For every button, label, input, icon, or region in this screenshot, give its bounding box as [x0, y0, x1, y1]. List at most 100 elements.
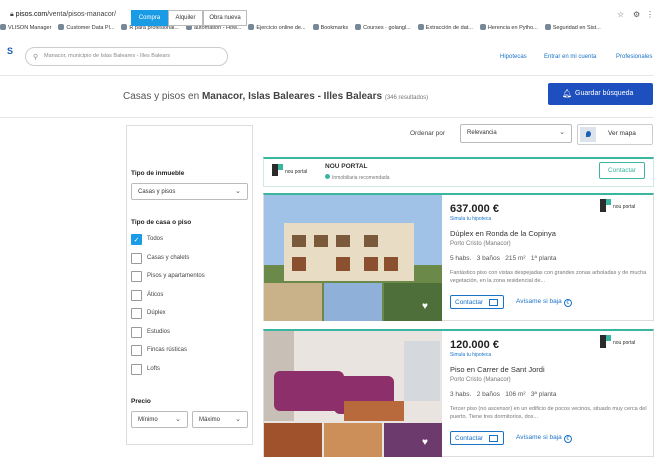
checkbox-label: Pisos y apartamentos: [147, 273, 205, 279]
listing-description: Fantástico piso con vistas despejadas co…: [450, 270, 647, 284]
listing-features: 3 habs. 2 baños 106 m² 3ª planta: [450, 391, 557, 398]
bookmark-icon: [58, 24, 65, 30]
agency-banner: [263, 157, 654, 187]
link-professionals[interactable]: Profesionales: [616, 54, 652, 60]
verified-icon: [325, 174, 330, 179]
bookmark-icon: [479, 24, 486, 30]
search-input[interactable]: ⚲ Manacor, municipio de Islas Baleares - …: [25, 47, 228, 66]
map-pin-icon: [580, 127, 596, 142]
listing-description: Tercer piso (no ascensor) en un edificio…: [450, 406, 647, 420]
property-type-select[interactable]: Casas y pisos ⌄: [131, 183, 248, 200]
bookmark-icon: [544, 24, 551, 30]
svg-text:nou portal: nou portal: [613, 340, 635, 346]
tab-compra[interactable]: Compra: [131, 10, 168, 26]
listing-photo[interactable]: [264, 195, 442, 321]
contact-button[interactable]: Contactar: [450, 431, 504, 445]
bookmark-item[interactable]: Herencia en Pytho...: [479, 24, 538, 31]
checkbox-2[interactable]: [131, 271, 142, 282]
heart-icon[interactable]: ♥: [422, 437, 428, 448]
view-map-button[interactable]: Ver mapa: [577, 124, 653, 145]
pisos-logo[interactable]: S: [7, 47, 17, 56]
listing-features: 5 habs. 3 baños 215 m² 1ª planta: [450, 255, 557, 262]
svg-text:nou portal: nou portal: [285, 169, 307, 175]
chevron-down-icon: ⌄: [175, 416, 181, 423]
agency-logo[interactable]: nou portal: [598, 195, 644, 217]
price-alert-link[interactable]: Avísame si baja €: [516, 298, 572, 307]
bookmark-item[interactable]: Customer Data Pl...: [58, 24, 114, 31]
checkbox-label: Fincas rústicas: [147, 347, 188, 353]
agency-subtitle: Inmobiliaria recomendada: [325, 174, 390, 181]
checkbox-label: Áticos: [147, 291, 164, 298]
listing-title[interactable]: Piso en Carrer de Sant Jordi: [450, 365, 545, 374]
divider: [0, 117, 654, 118]
agency-logo[interactable]: nou portal: [271, 163, 315, 178]
bookmark-icon: [121, 24, 128, 30]
bookmark-icon: [355, 24, 362, 30]
price-min-select[interactable]: Mínimo ⌄: [131, 411, 188, 428]
agency-name[interactable]: NOU PORTAL: [325, 163, 368, 170]
link-account[interactable]: Entrar en mi cuenta: [544, 54, 596, 60]
search-icon: ⚲: [33, 54, 39, 61]
checkbox-4[interactable]: [131, 308, 142, 319]
checkbox-label: Dúplex: [147, 310, 166, 316]
bookmark-item[interactable]: Seguridad en Sist...: [544, 24, 601, 31]
mail-icon: [489, 435, 498, 442]
price-alert-link[interactable]: Avísame si baja €: [516, 434, 572, 443]
sort-label: Ordenar por: [410, 130, 446, 137]
contact-button[interactable]: Contactar: [450, 295, 504, 309]
bookmarks-bar: VLISON Manager Customer Data Pl... R para …: [0, 24, 654, 38]
agency-logo[interactable]: nou portal: [598, 331, 644, 353]
mail-icon: [489, 299, 498, 306]
listing-location: Porto Cristo (Manacor): [450, 377, 511, 383]
bookmark-icon: [417, 24, 424, 30]
browser-url[interactable]: 🔒︎ pisos.com/venta/pisos-manacor/: [10, 11, 116, 19]
star-icon[interactable]: ☆: [617, 10, 624, 19]
page-title: Casas y pisos en Manacor, Islas Baleares…: [123, 91, 429, 102]
bookmark-icon: [248, 24, 255, 30]
price-max-select[interactable]: Máximo ⌄: [192, 411, 248, 428]
listing-photo[interactable]: [264, 331, 442, 457]
extension-icon[interactable]: ⚙: [633, 10, 640, 19]
bell-icon: 🔔︎: [562, 89, 573, 98]
listing-title[interactable]: Dúplex en Ronda de la Copinya: [450, 229, 556, 238]
checkbox-5[interactable]: [131, 326, 142, 338]
bookmark-icon: [312, 24, 319, 30]
sort-select[interactable]: Relevancia ⌄: [460, 124, 572, 143]
price-label: Precio: [131, 398, 151, 405]
tab-obra-nueva[interactable]: Obra nueva: [203, 10, 247, 26]
property-type-label: Tipo de inmueble: [131, 170, 185, 177]
checkbox-3[interactable]: [131, 289, 142, 301]
checkbox-label: Estudios: [147, 328, 171, 335]
bookmark-item[interactable]: Extracción de dat...: [417, 24, 473, 31]
menu-icon[interactable]: ⋮: [646, 10, 654, 19]
checkbox-label: Lofts: [147, 365, 161, 372]
checkbox-label: Casas y chalets: [147, 254, 190, 261]
heart-icon[interactable]: ♥: [422, 301, 428, 312]
checkbox-6[interactable]: [131, 345, 142, 356]
checkbox-7[interactable]: [131, 363, 142, 375]
listing-price: 637.000 €: [450, 203, 499, 215]
link-hipotecas[interactable]: Hipotecas: [500, 54, 527, 60]
checkbox-label: Todos: [147, 236, 164, 242]
house-type-label: Tipo de casa o piso: [131, 219, 192, 226]
chevron-down-icon: ⌄: [235, 188, 241, 195]
bookmark-item[interactable]: Ejercicio online de...: [248, 24, 306, 31]
chevron-down-icon: ⌄: [235, 416, 241, 423]
agency-contact-button[interactable]: Contactar: [599, 162, 645, 179]
checkbox-1[interactable]: [131, 252, 142, 264]
checkbox-0[interactable]: ✓: [131, 234, 142, 245]
listing-location: Porto Cristo (Manacor): [450, 241, 511, 247]
mortgage-link[interactable]: Simula tu hipoteca: [450, 216, 491, 222]
bookmark-item[interactable]: VLISON Manager: [0, 24, 51, 31]
bookmark-item[interactable]: Bookmarks: [312, 24, 348, 31]
svg-text:nou portal: nou portal: [613, 204, 635, 210]
listing-price: 120.000 €: [450, 339, 499, 351]
tab-alquiler[interactable]: Alquiler: [168, 10, 203, 26]
bookmark-icon: [0, 24, 6, 30]
mortgage-link[interactable]: Simula tu hipoteca: [450, 352, 491, 358]
chevron-down-icon: ⌄: [559, 129, 565, 136]
euro-icon: €: [563, 435, 572, 443]
divider: [0, 75, 654, 76]
save-search-button[interactable]: 🔔︎ Guardar búsqueda: [548, 83, 653, 105]
bookmark-item[interactable]: Courses · golangl...: [355, 24, 411, 31]
